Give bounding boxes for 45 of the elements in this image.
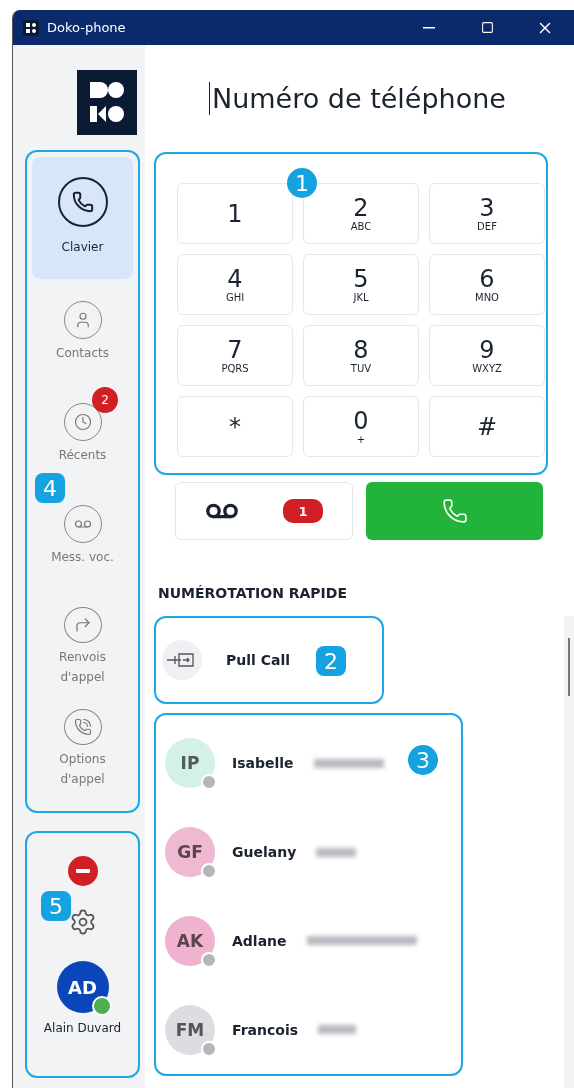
logo-icon <box>77 70 137 135</box>
section-title: NUMÉROTATION RAPIDE <box>158 585 348 603</box>
nav-item[interactable]: Clavier <box>32 157 133 279</box>
contact-avatar[interactable]: GF <box>165 827 215 878</box>
nav-item[interactable]: Contacts <box>32 279 133 381</box>
dial-key[interactable]: # <box>429 396 545 457</box>
contact-name[interactable]: Francois <box>232 1021 299 1038</box>
contact-avatar[interactable]: FM <box>165 1004 215 1055</box>
dial-key[interactable]: 7 PQRS <box>177 325 293 386</box>
nav-item[interactable]: Renvois d'appel <box>32 585 133 687</box>
minimize-icon <box>423 26 435 29</box>
dial-key[interactable]: 4 GHI <box>177 254 293 315</box>
contact-name[interactable]: Isabelle <box>232 755 294 772</box>
contact-avatar[interactable]: AK <box>165 915 215 966</box>
do-not-disturb-icon[interactable] <box>67 856 98 886</box>
voicemail-button[interactable]: 1 <box>175 482 353 540</box>
window-title: Doko-phone <box>47 20 127 35</box>
dial-key[interactable]: 5 JKL <box>303 254 419 315</box>
phone-icon <box>441 498 468 524</box>
dial-key[interactable]: 6 MNO <box>429 254 545 315</box>
user-name: Alain Duvard <box>43 1021 122 1035</box>
contact-name[interactable]: Guelany <box>232 844 297 861</box>
callout-badge: 1 <box>287 168 317 198</box>
dial-key[interactable]: 9 WXYZ <box>429 325 545 386</box>
user-avatar[interactable]: AD <box>56 961 109 1013</box>
callout-badge: 3 <box>408 745 438 775</box>
maximize-icon <box>480 21 494 34</box>
contact-name[interactable]: Adlane <box>232 932 287 949</box>
speed-dial-label[interactable]: Pull Call <box>226 652 291 668</box>
callout-badge: 5 <box>41 891 71 921</box>
nav-item[interactable]: Options d'appel <box>32 687 133 789</box>
callout-badge: 4 <box>35 473 65 503</box>
contact-avatar[interactable]: IP <box>165 738 215 789</box>
app-logo-icon <box>23 19 39 36</box>
callout-badge: 2 <box>316 646 346 676</box>
dial-key[interactable]: 1 <box>177 183 293 244</box>
dial-key[interactable]: 3 DEF <box>429 183 545 244</box>
scrollbar[interactable] <box>564 616 574 1088</box>
dial-key[interactable]: * <box>177 396 293 457</box>
dial-key[interactable]: 0 + <box>303 396 419 457</box>
dial-key[interactable]: 8 TUV <box>303 325 419 386</box>
count-badge: 1 <box>283 499 323 523</box>
count-badge: 2 <box>92 387 118 413</box>
phone-icon <box>57 177 108 227</box>
pull-call-icon <box>162 640 202 680</box>
